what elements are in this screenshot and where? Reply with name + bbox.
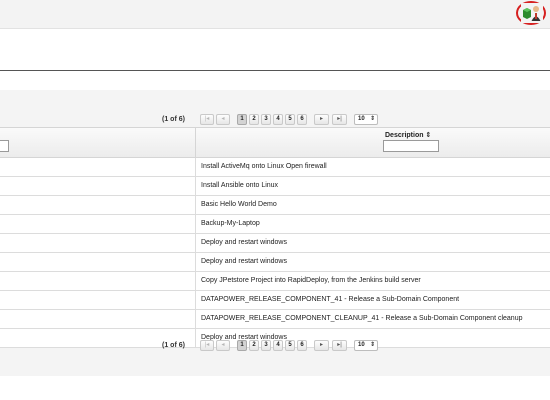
- description-column-header[interactable]: Description ⇕: [385, 131, 431, 139]
- page-3-button-bottom[interactable]: 3: [261, 340, 271, 351]
- page-1-button[interactable]: 1: [237, 114, 247, 125]
- page-3-button[interactable]: 3: [261, 114, 271, 125]
- page-2-button[interactable]: 2: [249, 114, 259, 125]
- table-row[interactable]: Basic Hello World Demo: [0, 196, 550, 215]
- description-cell: Deploy and restart windows: [201, 239, 287, 246]
- column-divider: [195, 128, 196, 157]
- page-5-button[interactable]: 5: [285, 114, 295, 125]
- description-cell: Install Ansible onto Linux: [201, 182, 279, 189]
- table-row[interactable]: Deploy and restart windows: [0, 234, 550, 253]
- column-divider: [195, 196, 196, 214]
- description-cell: Install ActiveMq onto Linux Open firewal…: [201, 163, 327, 170]
- column-divider: [195, 215, 196, 233]
- table-row[interactable]: DATAPOWER_RELEASE_COMPONENT_CLEANUP_41 -…: [0, 310, 550, 329]
- prev-page-button-bottom[interactable]: ◂: [216, 340, 230, 351]
- description-cell: DATAPOWER_RELEASE_COMPONENT_41 - Release…: [201, 296, 460, 303]
- description-cell: DATAPOWER_RELEASE_COMPONENT_CLEANUP_41 -…: [201, 315, 523, 322]
- prev-page-button[interactable]: ◂: [216, 114, 230, 125]
- table-row[interactable]: Install ActiveMq onto Linux Open firewal…: [0, 158, 550, 177]
- column-divider: [195, 234, 196, 252]
- column-divider: [195, 272, 196, 290]
- first-page-button-bottom[interactable]: |◂: [200, 340, 214, 351]
- rows-per-page-value: 10: [358, 116, 365, 122]
- description-filter-input[interactable]: [383, 140, 439, 152]
- description-cell: Backup-My-Laptop: [201, 220, 260, 227]
- table-row[interactable]: Deploy and restart windows: [0, 253, 550, 272]
- user-avatar-icon[interactable]: [521, 3, 543, 23]
- last-page-button-bottom[interactable]: ▸|: [332, 340, 347, 351]
- table-row[interactable]: Copy JPetstore Project into RapidDeploy,…: [0, 272, 550, 291]
- data-table: Description ⇕ Install ActiveMq onto Linu…: [0, 127, 550, 348]
- column-divider: [195, 310, 196, 328]
- page-1-button-bottom[interactable]: 1: [237, 340, 247, 351]
- select-caret-icon: ⇕: [369, 116, 375, 122]
- page-4-button[interactable]: 4: [273, 114, 283, 125]
- table-row[interactable]: DATAPOWER_RELEASE_COMPONENT_41 - Release…: [0, 291, 550, 310]
- page-6-button-bottom[interactable]: 6: [297, 340, 307, 351]
- page-5-button-bottom[interactable]: 5: [285, 340, 295, 351]
- page-4-button-bottom[interactable]: 4: [273, 340, 283, 351]
- table-header: Description ⇕: [0, 128, 550, 158]
- rows-per-page-select[interactable]: 10 ⇕: [354, 114, 378, 125]
- last-page-button[interactable]: ▸|: [332, 114, 347, 125]
- next-page-button-bottom[interactable]: ▸: [314, 340, 329, 351]
- page-info-bottom: (1 of 6): [162, 342, 185, 349]
- description-cell: Basic Hello World Demo: [201, 201, 277, 208]
- page-2-button-bottom[interactable]: 2: [249, 340, 259, 351]
- next-page-button[interactable]: ▸: [314, 114, 329, 125]
- description-cell: Deploy and restart windows: [201, 258, 287, 265]
- header-divider: [0, 70, 550, 71]
- paginator-bottom: (1 of 6) |◂ ◂ 1 2 3 4 5 6 ▸ ▸| 10 ⇕: [0, 338, 550, 356]
- name-filter-input[interactable]: [0, 140, 9, 152]
- rows-per-page-value-bottom: 10: [358, 342, 365, 348]
- column-divider: [195, 291, 196, 309]
- first-page-button[interactable]: |◂: [200, 114, 214, 125]
- rows-per-page-select-bottom[interactable]: 10 ⇕: [354, 340, 378, 351]
- description-cell: Copy JPetstore Project into RapidDeploy,…: [201, 277, 421, 284]
- page-6-button[interactable]: 6: [297, 114, 307, 125]
- column-divider: [195, 158, 196, 176]
- select-caret-icon: ⇕: [369, 342, 375, 348]
- table-row[interactable]: Install Ansible onto Linux: [0, 177, 550, 196]
- top-bar: [0, 0, 550, 29]
- table-row[interactable]: Backup-My-Laptop: [0, 215, 550, 234]
- column-divider: [195, 253, 196, 271]
- column-divider: [195, 177, 196, 195]
- page-info: (1 of 6): [162, 116, 185, 123]
